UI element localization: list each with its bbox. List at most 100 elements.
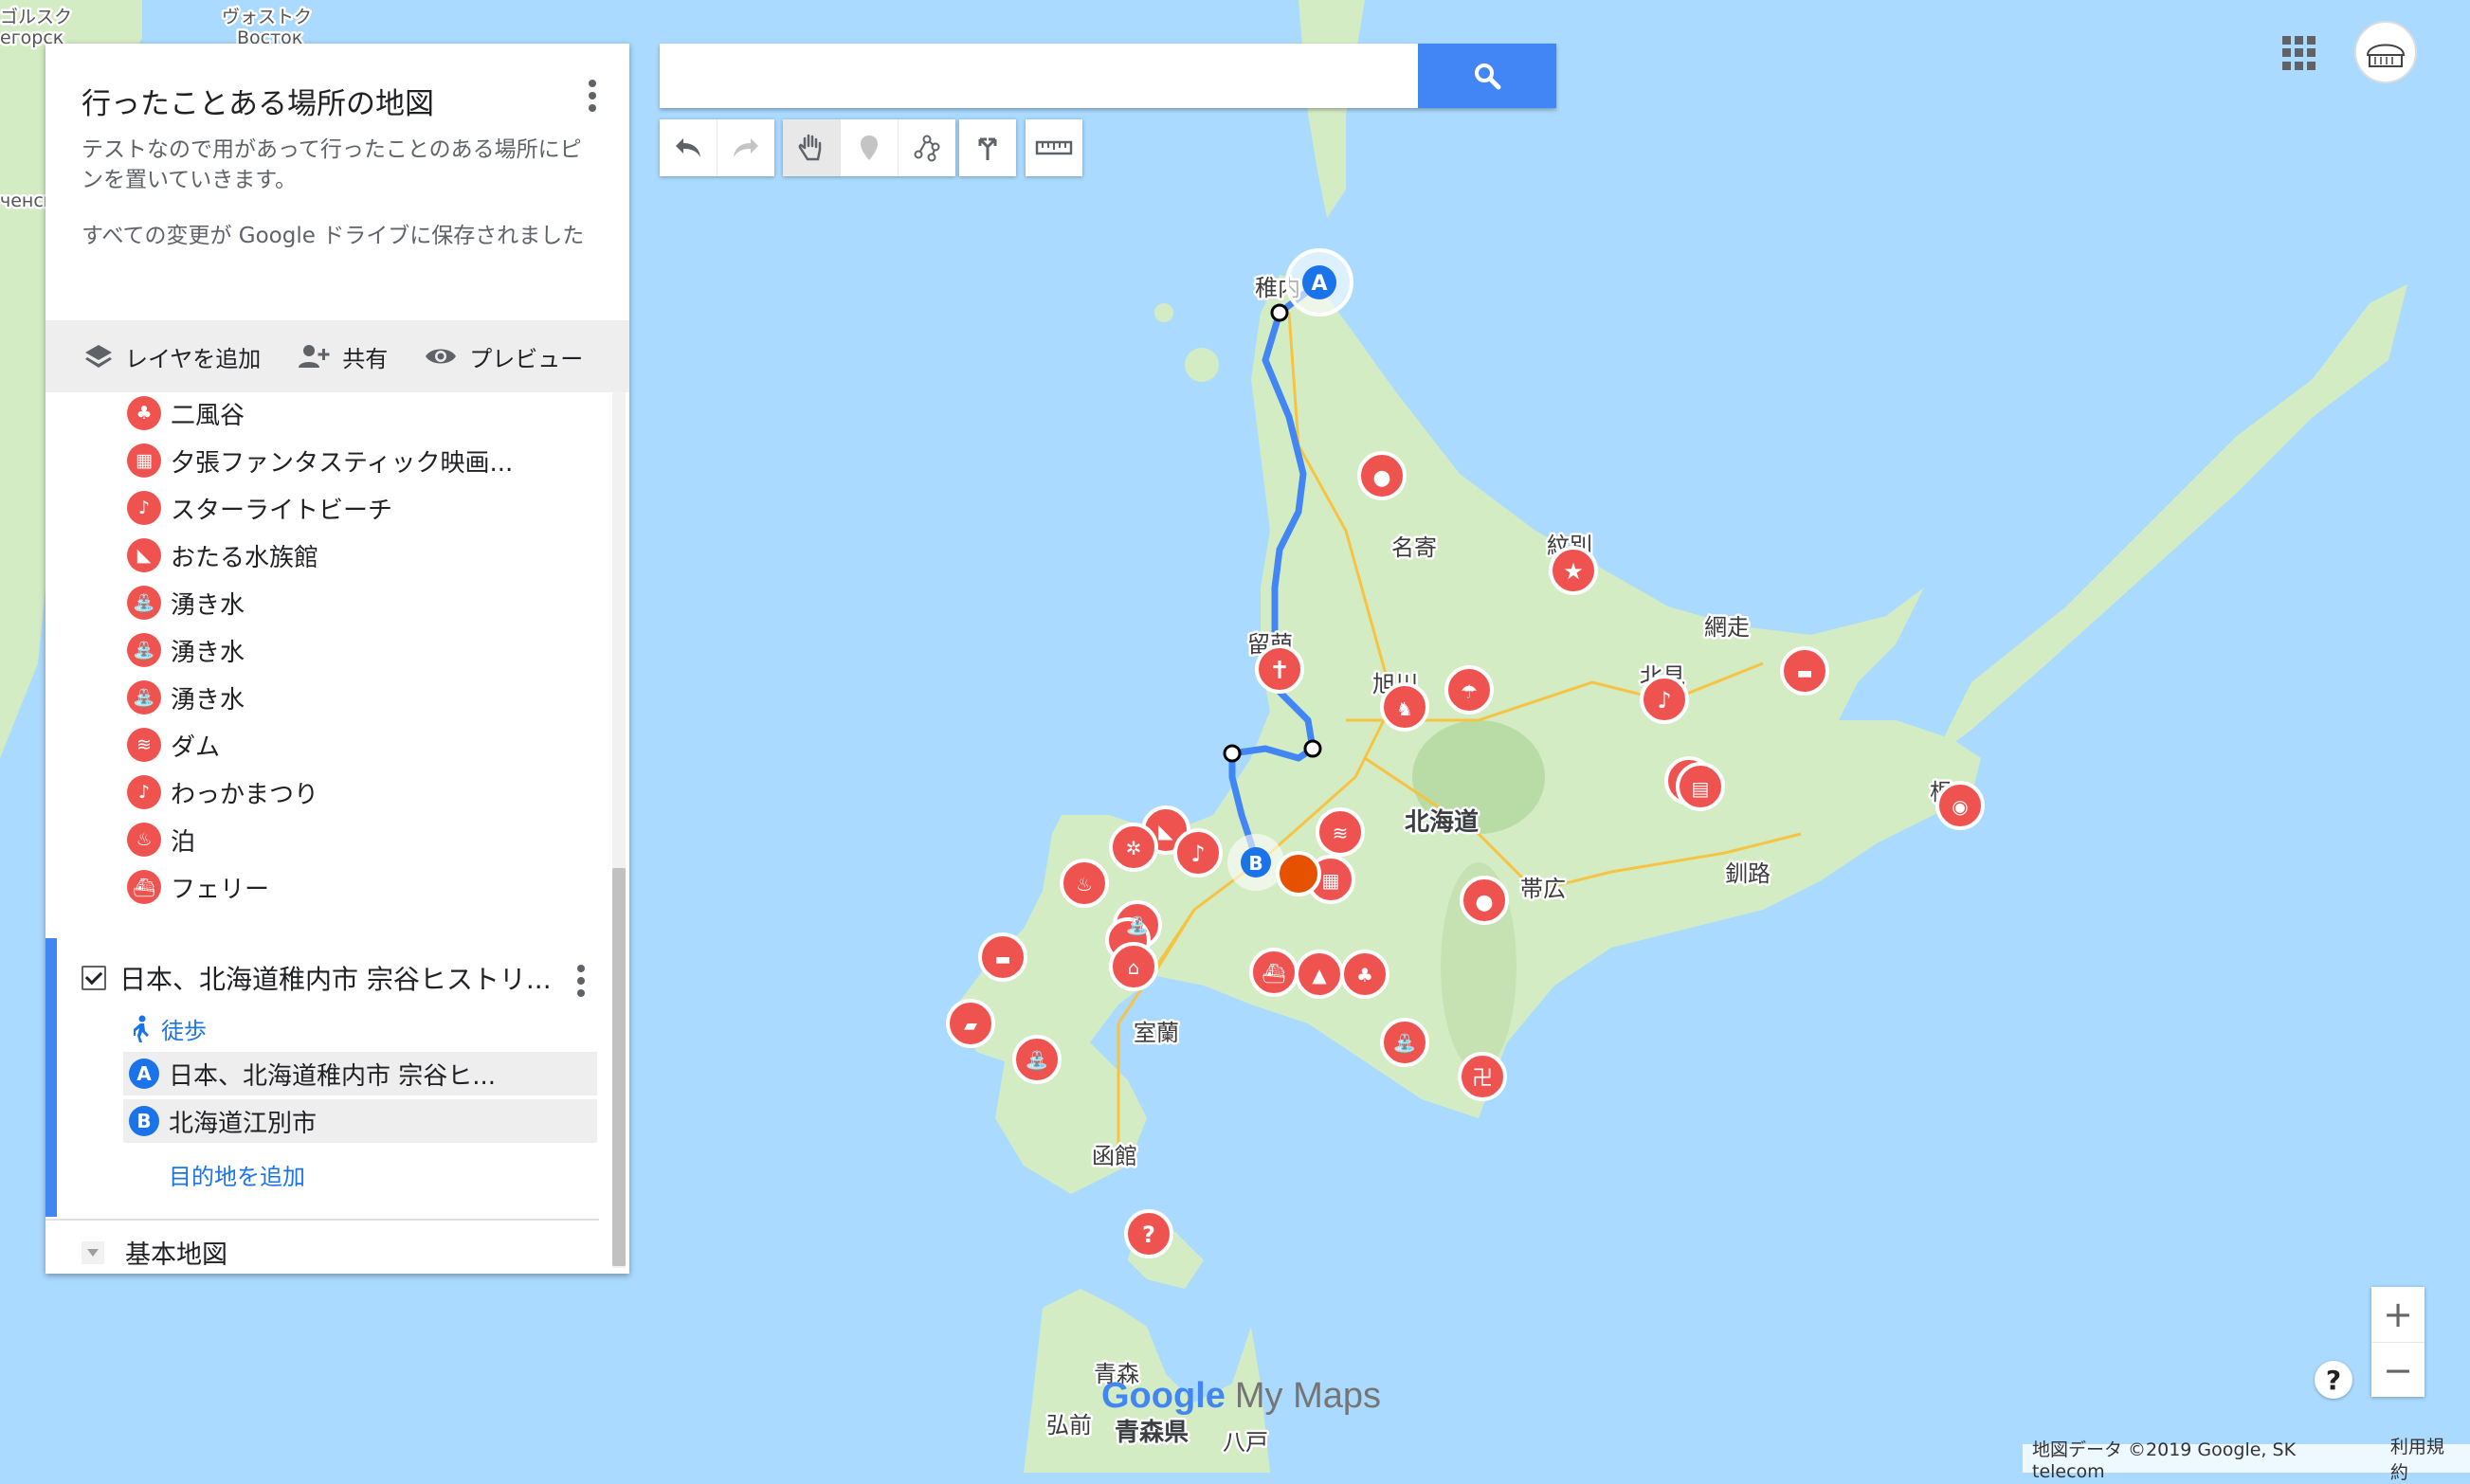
map-pin-balloon[interactable]: ☂ [1444, 665, 1494, 715]
map-pin-hotel[interactable]: ▬ [1780, 646, 1829, 696]
place-label: 湧き水 [171, 685, 245, 715]
marker-b-icon: B [129, 1106, 159, 1136]
place-label: スターライトビーチ [171, 496, 393, 525]
map-pin-music[interactable]: ♪ [1640, 675, 1689, 724]
place-item[interactable]: ⛲ 湧き水 [127, 582, 245, 624]
place-item[interactable]: ♪ スターライトビーチ [127, 487, 392, 529]
destination-b-row[interactable]: B 北海道江別市 [123, 1099, 597, 1143]
place-item[interactable]: ◣ おたる水族館 [127, 534, 318, 576]
place-item[interactable]: ⛲ 湧き水 [127, 677, 245, 718]
place-item[interactable]: ▦ 夕張ファンタスティック映画... [127, 440, 513, 481]
map-pin-deer[interactable]: ♞ [1380, 682, 1429, 732]
place-label: 二風谷 [171, 401, 245, 430]
google-my-maps-logo: Google My Maps [1101, 1376, 1381, 1417]
map-pin-palette-2[interactable]: ● [1460, 876, 1509, 925]
share-button[interactable]: 共有 [297, 340, 388, 373]
map-pin-fountain-2[interactable]: ⛲ [1012, 1035, 1062, 1084]
map-pin-camp[interactable]: ▲ [1295, 950, 1344, 999]
zoom-in-button[interactable]: + [2371, 1287, 2425, 1343]
map-pin-tree[interactable]: ♣ [1340, 950, 1389, 999]
map-pin-house[interactable]: ⌂ [1109, 942, 1158, 991]
apps-grid-icon[interactable] [2282, 36, 2316, 70]
destination-a-row[interactable]: A 日本、北海道稚内市 宗谷ヒ... [123, 1052, 597, 1095]
expand-triangle-icon[interactable] [82, 1240, 104, 1264]
add-directions-button[interactable] [959, 119, 1016, 176]
map-title[interactable]: 行ったことある場所の地図 [82, 80, 434, 122]
music-note-icon: ♪ [127, 775, 161, 809]
place-item[interactable]: ≋ ダム [127, 724, 220, 766]
zoom-out-button[interactable]: − [2371, 1343, 2425, 1398]
terms-link[interactable]: 利用規約 [2390, 1433, 2461, 1484]
add-destination-link[interactable]: 目的地を追加 [169, 1158, 305, 1191]
svg-text:☂: ☂ [1461, 680, 1478, 703]
attribution-data: 地図データ ©2019 Google, SK telecom [2032, 1439, 2297, 1482]
measure-distance-button[interactable] [1026, 119, 1082, 176]
route-layer-title[interactable]: 日本、北海道稚内市 宗谷ヒストリ... [119, 959, 552, 997]
account-avatar[interactable] [2354, 21, 2417, 83]
svg-text:✲: ✲ [1126, 837, 1142, 860]
place-label: フェリー [171, 875, 270, 904]
map-pin-church[interactable]: ✝ [1255, 644, 1304, 694]
draw-line-button[interactable] [899, 119, 955, 176]
redo-button[interactable] [717, 119, 774, 176]
map-pin-onsen[interactable]: ♨ [1060, 859, 1109, 908]
fountain-icon: ⛲ [127, 633, 161, 667]
map-pin-ferry[interactable]: ⛴ [1249, 948, 1299, 997]
place-item[interactable]: ⛲ 湧き水 [127, 629, 245, 671]
map-description[interactable]: テストなので用があって行ったことのある場所にピンを置いていきます。 [82, 135, 593, 195]
panel-actions: レイヤを追加 共有 プレビュー [45, 320, 629, 392]
svg-text:♞: ♞ [1396, 697, 1413, 720]
map-pin-cow[interactable]: ▰ [946, 999, 995, 1048]
search-input[interactable] [660, 44, 1418, 108]
svg-text:▰: ▰ [964, 1016, 977, 1036]
redo-icon [734, 138, 758, 157]
place-item[interactable]: ♣ 二風谷 [127, 392, 245, 434]
place-item[interactable]: ⛴ フェリー [127, 866, 269, 908]
map-pin-palette[interactable]: ● [1357, 451, 1407, 500]
select-items-button[interactable] [783, 119, 841, 176]
add-marker-button[interactable] [841, 119, 899, 176]
draw-line-icon [914, 135, 940, 162]
route-marker-b[interactable]: B [1227, 834, 1284, 891]
place-item[interactable]: ♨ 泊 [127, 819, 195, 860]
label-hakodate: 函館 [1092, 1143, 1137, 1169]
destination-a-label: 日本、北海道稚内市 宗谷ヒ... [169, 1061, 497, 1091]
layer-visibility-checkbox[interactable] [82, 966, 106, 990]
map-pin-hotel-2[interactable]: ▬ [978, 932, 1027, 982]
travel-mode-selector[interactable]: 徒歩 [131, 1012, 207, 1045]
add-layer-button[interactable]: レイヤを追加 [83, 340, 261, 373]
history-toolbar [660, 119, 774, 176]
panel-scrollbar-thumb[interactable] [612, 868, 626, 1266]
route-layer-header[interactable]: 日本、北海道稚内市 宗谷ヒストリ... [82, 959, 552, 997]
preview-button[interactable]: プレビュー [424, 340, 583, 373]
place-item[interactable]: ♪ わっかまつり [127, 771, 318, 813]
map-pin-fountain-3[interactable]: ⛲ [1380, 1018, 1429, 1067]
google-wordmark: Google [1101, 1376, 1226, 1416]
map-options-menu-icon[interactable] [588, 80, 597, 114]
svg-text:♪: ♪ [1190, 841, 1205, 867]
map-pin-star[interactable]: ★ [1549, 546, 1598, 595]
route-marker-a[interactable]: A [1285, 248, 1353, 317]
undo-button[interactable] [660, 119, 717, 176]
label-nayoro: 名寄 [1391, 534, 1437, 561]
layer-options-menu-icon[interactable] [576, 965, 586, 999]
travel-mode-label: 徒歩 [161, 1018, 207, 1044]
map-pin-water[interactable]: ≋ [1316, 807, 1365, 857]
place-label: 泊 [171, 827, 196, 857]
help-icon[interactable]: ? [2315, 1361, 2352, 1399]
map-pin-wheat[interactable]: ✲ [1109, 823, 1158, 872]
layers-icon [85, 345, 112, 368]
map-pin-bench[interactable] [1276, 851, 1321, 896]
undo-icon [676, 138, 700, 157]
map-pin-music-2[interactable]: ♪ [1173, 828, 1223, 878]
measure-toolbar [1026, 119, 1082, 176]
preview-label: プレビュー [469, 345, 584, 372]
svg-text:?: ? [1142, 1222, 1155, 1248]
map-pin-question[interactable]: ? [1124, 1209, 1173, 1258]
search-button[interactable] [1418, 44, 1556, 108]
avatar-drawing-icon [2366, 44, 2406, 67]
map-pin-camera[interactable]: ◉ [1935, 781, 1985, 830]
add-layer-label: レイヤを追加 [125, 345, 262, 372]
map-pin-temple[interactable]: 卍 [1458, 1052, 1507, 1101]
base-map-section[interactable]: 基本地図 [82, 1234, 227, 1271]
